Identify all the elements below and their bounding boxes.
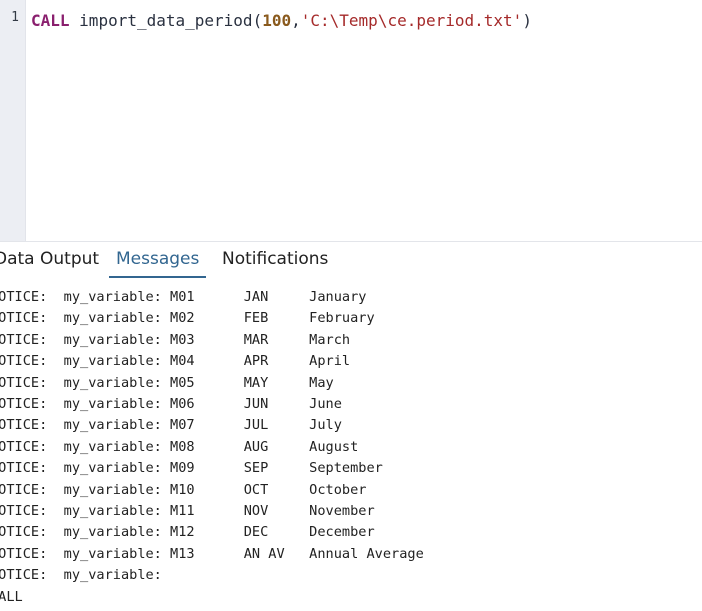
message-line: NOTICE: my_variable: M05 MAY May xyxy=(0,374,334,391)
results-tab-bar: Data Output Messages Notifications xyxy=(0,241,702,280)
message-line: NOTICE: my_variable: M08 AUG August xyxy=(0,438,359,455)
code-number: 100 xyxy=(262,11,292,30)
sql-editor[interactable]: 1 CALL import_data_period(100,'C:\Temp\c… xyxy=(0,0,702,241)
message-line: NOTICE: my_variable: xyxy=(0,567,162,584)
line-number: 1 xyxy=(11,10,19,25)
tab-data-output[interactable]: Data Output xyxy=(0,242,99,278)
message-line: NOTICE: my_variable: M04 APR April xyxy=(0,353,351,370)
message-line: NOTICE: my_variable: M02 FEB February xyxy=(0,310,375,327)
code-function-name: import_data_period xyxy=(79,11,253,30)
message-line: NOTICE: my_variable: M12 DEC December xyxy=(0,524,375,541)
messages-panel[interactable]: NOTICE: my_variable: M01 JAN January NOT… xyxy=(0,279,702,611)
code-close-paren: ) xyxy=(522,11,532,30)
message-line: NOTICE: my_variable: M06 JUN June xyxy=(0,396,342,412)
code-keyword: CALL xyxy=(31,11,70,30)
message-line: CALL xyxy=(0,588,23,605)
message-line: NOTICE: my_variable: M07 JUL July xyxy=(0,417,342,434)
line-number-gutter: 1 xyxy=(0,0,26,241)
tab-notifications[interactable]: Notifications xyxy=(222,242,328,278)
message-line: NOTICE: my_variable: M10 OCT October xyxy=(0,481,367,498)
message-line: NOTICE: my_variable: M03 MAR March xyxy=(0,331,351,348)
message-line: NOTICE: my_variable: M13 AN AV Annual Av… xyxy=(0,545,424,562)
code-open-paren: ( xyxy=(252,11,263,30)
code-string: 'C:\Temp\ce.period.txt' xyxy=(300,11,523,30)
tab-messages[interactable]: Messages xyxy=(109,242,207,278)
message-line: NOTICE: my_variable: M11 NOV November xyxy=(0,503,375,519)
code-line[interactable]: CALL import_data_period(100,'C:\Temp\ce.… xyxy=(31,9,532,33)
message-line: NOTICE: my_variable: M01 JAN January xyxy=(0,289,367,305)
code-comma: , xyxy=(291,11,301,30)
message-line: NOTICE: my_variable: M09 SEP September xyxy=(0,460,383,477)
